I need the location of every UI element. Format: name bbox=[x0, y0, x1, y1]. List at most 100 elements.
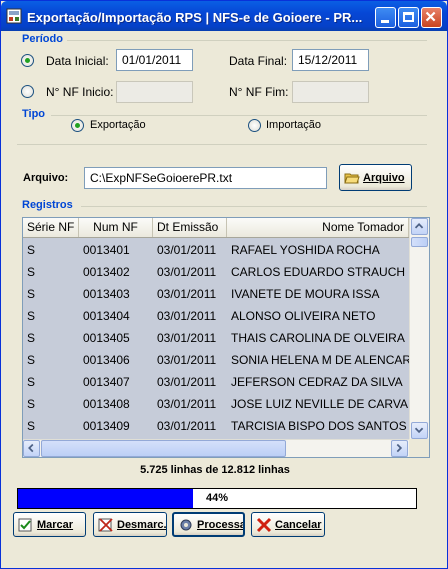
scroll-up-button[interactable] bbox=[411, 218, 428, 235]
arquivo-button-label: Arquivo bbox=[363, 171, 405, 184]
table-row[interactable]: S 0013403 03/01/2011 IVANETE DE MOURA ISSA bbox=[23, 283, 409, 305]
grid-header: Série NF Num NF Dt Emissão Nome Tomador bbox=[23, 218, 409, 238]
cell-dt-emissao: 03/01/2011 bbox=[157, 287, 217, 301]
chevron-down-icon bbox=[414, 427, 424, 434]
cell-num-nf: 0013401 bbox=[83, 243, 130, 257]
table-row[interactable]: S 0013405 03/01/2011 THAIS CAROLINA DE OLVE… bbox=[23, 327, 409, 349]
scroll-right-button[interactable] bbox=[391, 440, 408, 457]
cell-nome-tomador: IVANETE DE MOURA ISSA bbox=[231, 287, 380, 301]
table-row[interactable]: S 0013402 03/01/2011 CARLOS EDUARDO STRAUCH bbox=[23, 261, 409, 283]
arquivo-button[interactable]: Arquivo bbox=[339, 164, 412, 191]
nf-fim-field[interactable] bbox=[292, 81, 369, 103]
cell-nome-tomador: JOSE LUIZ NEVILLE DE CARVALHO bbox=[231, 397, 409, 411]
desmarcar-button-label: Desmarc. bbox=[117, 518, 167, 531]
scroll-corner bbox=[409, 439, 429, 457]
cell-num-nf: 0013407 bbox=[83, 375, 130, 389]
radio-data-inicial[interactable] bbox=[21, 54, 34, 67]
cell-nome-tomador: SONIA HELENA M DE ALENCAR bbox=[231, 353, 409, 367]
radio-exportacao[interactable] bbox=[71, 119, 84, 132]
cell-nome-tomador: THAIS CAROLINA DE OLVEIRA bbox=[231, 331, 405, 345]
cancel-x-icon bbox=[256, 517, 272, 532]
cell-nome-tomador: TARCISIA BISPO DOS SANTOS bbox=[231, 419, 407, 433]
tipo-bottom-divider bbox=[17, 144, 427, 145]
cancelar-button-label: Cancelar bbox=[275, 518, 322, 531]
periodo-section-label: Período bbox=[22, 33, 63, 45]
cell-num-nf: 0013408 bbox=[83, 397, 130, 411]
chevron-up-icon bbox=[414, 223, 424, 229]
folder-icon bbox=[344, 173, 360, 183]
main-window: Exportação/Importação RPS | NFS-e de Goi… bbox=[0, 0, 448, 569]
minimize-button[interactable] bbox=[375, 7, 396, 28]
table-row[interactable]: S 0013404 03/01/2011 ALONSO OLIVEIRA NETO bbox=[23, 305, 409, 327]
registros-section-label: Registros bbox=[22, 199, 73, 211]
data-final-field[interactable]: 15/12/2011 bbox=[292, 49, 369, 71]
cell-num-nf: 0013402 bbox=[83, 265, 130, 279]
cell-serie: S bbox=[27, 375, 36, 389]
cancelar-button[interactable]: Cancelar bbox=[251, 512, 325, 537]
chevron-left-icon bbox=[28, 443, 34, 453]
cell-num-nf: 0013406 bbox=[83, 353, 130, 367]
horizontal-scrollbar[interactable] bbox=[23, 439, 409, 457]
column-header-nome-tomador[interactable]: Nome Tomador bbox=[227, 218, 409, 237]
table-row[interactable]: S 0013407 03/01/2011 JEFERSON CEDRAZ DA SIL… bbox=[23, 371, 409, 393]
progress-bar: 44% bbox=[17, 488, 417, 509]
cell-num-nf: 0013404 bbox=[83, 309, 130, 323]
maximize-button[interactable] bbox=[398, 7, 419, 28]
cell-serie: S bbox=[27, 353, 36, 367]
nf-inicio-label: N° NF Inicio: bbox=[46, 85, 114, 99]
close-button[interactable] bbox=[421, 7, 442, 28]
arquivo-label: Arquivo: bbox=[23, 172, 69, 184]
check-icon bbox=[18, 518, 32, 531]
table-row[interactable]: S 0013409 03/01/2011 TARCISIA BISPO DOS SAN… bbox=[23, 415, 409, 437]
cell-num-nf: 0013405 bbox=[83, 331, 130, 345]
horizontal-scroll-thumb[interactable] bbox=[41, 440, 286, 457]
cell-dt-emissao: 03/01/2011 bbox=[157, 375, 217, 389]
cell-nome-tomador: JEFERSON CEDRAZ DA SILVA bbox=[231, 375, 403, 389]
nf-fim-label: N° NF Fim: bbox=[229, 85, 289, 99]
cell-dt-emissao: 03/01/2011 bbox=[157, 331, 217, 345]
desmarcar-button[interactable]: Desmarc. bbox=[93, 512, 167, 537]
processar-button[interactable]: Processar bbox=[172, 512, 245, 537]
cell-serie: S bbox=[27, 397, 36, 411]
gear-icon bbox=[180, 519, 192, 530]
tipo-section-label: Tipo bbox=[22, 108, 46, 120]
cell-dt-emissao: 03/01/2011 bbox=[157, 397, 217, 411]
cell-serie: S bbox=[27, 243, 36, 257]
scroll-down-button[interactable] bbox=[411, 422, 428, 439]
grid-rows: S 0013401 03/01/2011 RAFAEL YOSHIDA ROCHA S 0… bbox=[23, 239, 409, 437]
close-icon bbox=[425, 11, 436, 22]
radio-importacao[interactable] bbox=[248, 119, 261, 132]
vertical-scrollbar[interactable] bbox=[409, 218, 429, 440]
data-inicial-field[interactable]: 01/01/2011 bbox=[116, 49, 193, 71]
marcar-button[interactable]: Marcar bbox=[13, 512, 86, 537]
nf-inicio-field[interactable] bbox=[116, 81, 193, 103]
periodo-divider bbox=[67, 40, 427, 41]
marcar-button-label: Marcar bbox=[37, 518, 74, 531]
table-row[interactable]: S 0013408 03/01/2011 JOSE LUIZ NEVILLE DE C… bbox=[23, 393, 409, 415]
radio-nf-inicio[interactable] bbox=[21, 85, 34, 98]
column-header-num-nf[interactable]: Num NF bbox=[79, 218, 153, 237]
cell-num-nf: 0013403 bbox=[83, 287, 130, 301]
registros-divider bbox=[81, 206, 427, 207]
processar-button-label: Processar bbox=[197, 518, 245, 531]
scroll-left-button[interactable] bbox=[23, 440, 40, 457]
title-bar[interactable]: Exportação/Importação RPS | NFS-e de Goi… bbox=[1, 1, 447, 31]
cell-serie: S bbox=[27, 331, 36, 345]
column-header-serie[interactable]: Série NF bbox=[23, 218, 79, 237]
importacao-label: Importação bbox=[266, 119, 322, 131]
vertical-scroll-thumb[interactable] bbox=[411, 237, 428, 247]
cell-serie: S bbox=[27, 265, 36, 279]
app-icon bbox=[6, 8, 22, 24]
cell-serie: S bbox=[27, 309, 36, 323]
cell-serie: S bbox=[27, 419, 36, 433]
cell-dt-emissao: 03/01/2011 bbox=[157, 265, 217, 279]
arquivo-path-field[interactable]: C:\ExpNFSeGoioerePR.txt bbox=[84, 167, 327, 189]
window-title: Exportação/Importação RPS | NFS-e de Goi… bbox=[27, 10, 363, 25]
column-header-dt-emissao[interactable]: Dt Emissão bbox=[153, 218, 227, 237]
table-row[interactable]: S 0013406 03/01/2011 SONIA HELENA M DE ALEN… bbox=[23, 349, 409, 371]
registros-grid[interactable]: Série NF Num NF Dt Emissão Nome Tomador … bbox=[22, 217, 430, 458]
chevron-right-icon bbox=[396, 443, 403, 453]
cell-nome-tomador: ALONSO OLIVEIRA NETO bbox=[231, 309, 376, 323]
cell-num-nf: 0013409 bbox=[83, 419, 130, 433]
table-row[interactable]: S 0013401 03/01/2011 RAFAEL YOSHIDA ROCHA bbox=[23, 239, 409, 261]
